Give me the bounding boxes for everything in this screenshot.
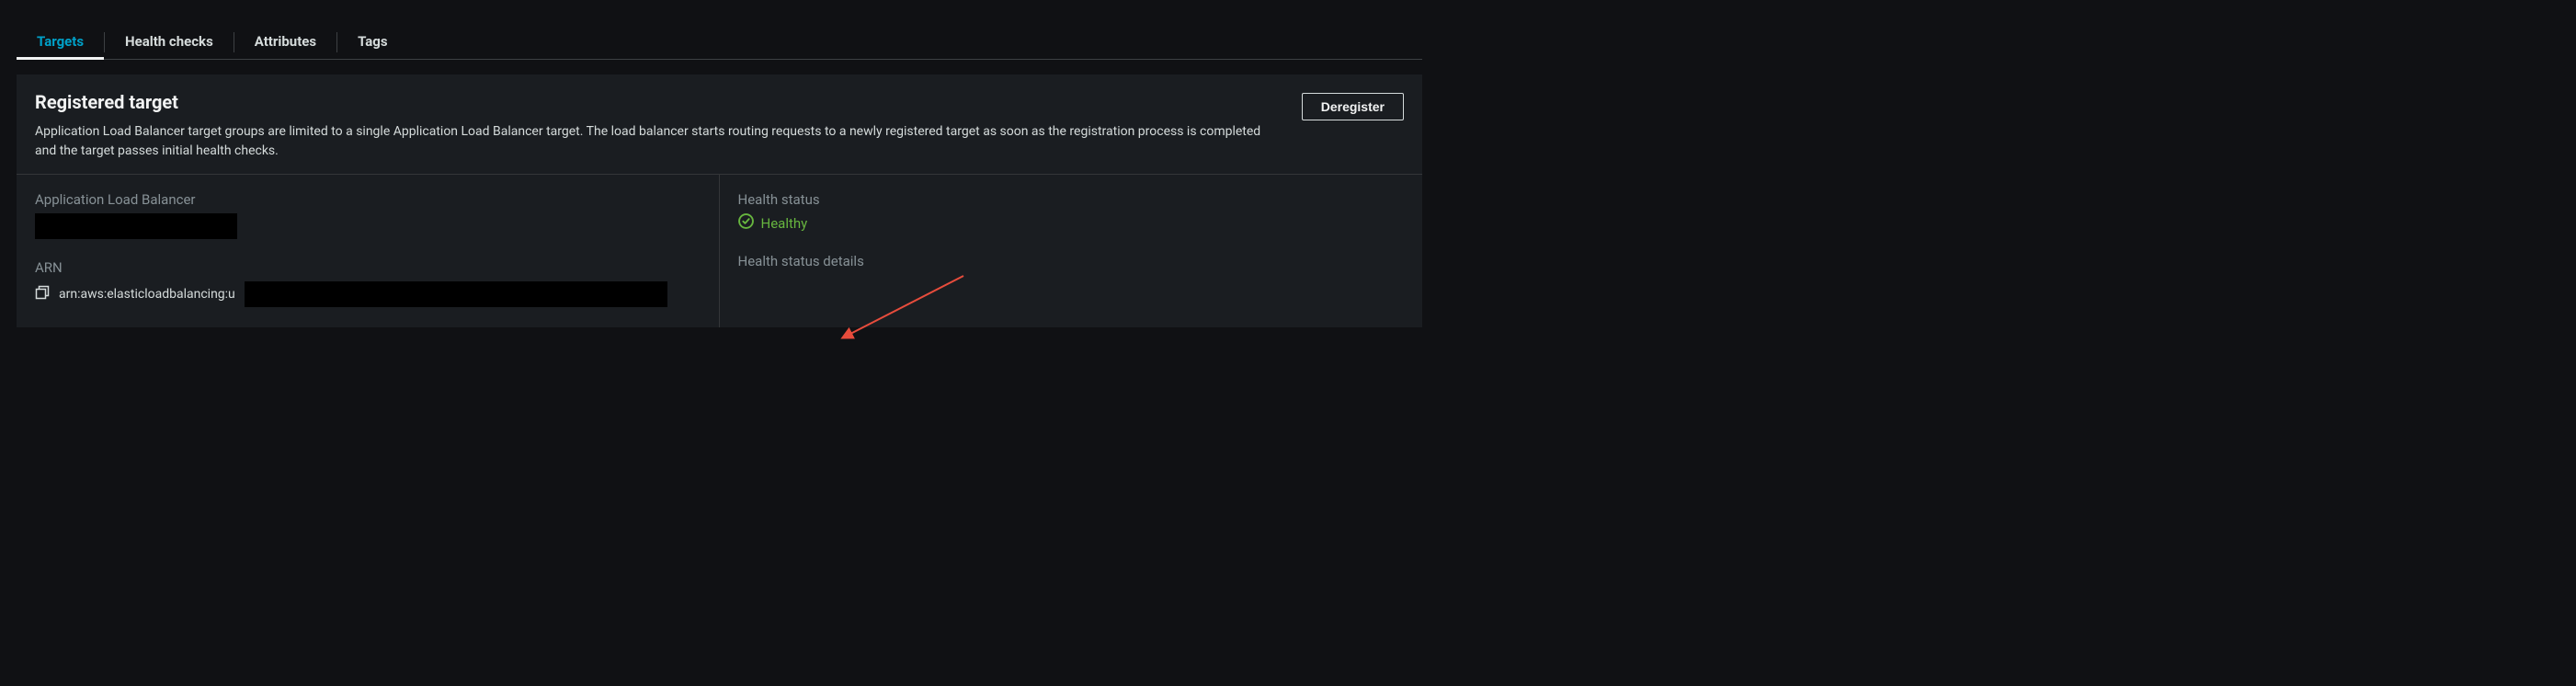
panel-description: Application Load Balancer target groups … (35, 122, 1283, 161)
panel-header: Registered target Application Load Balan… (17, 74, 1422, 174)
details-column-left: Application Load Balancer ARN (17, 175, 720, 327)
details-grid: Application Load Balancer ARN (17, 174, 1422, 327)
alb-value (35, 213, 701, 239)
tab-attributes[interactable]: Attributes (234, 26, 336, 59)
tab-health-checks[interactable]: Health checks (105, 26, 234, 59)
tabs-container: Targets Health checks Attributes Tags (17, 0, 1422, 60)
field-health-status-details: Health status details (738, 253, 1405, 275)
health-status-label: Health status (738, 191, 1405, 208)
health-status-value-row: Healthy (738, 213, 1405, 233)
copy-icon[interactable] (35, 285, 50, 303)
health-status-value: Healthy (761, 215, 808, 232)
panel-title: Registered target (35, 91, 1283, 113)
alb-label: Application Load Balancer (35, 191, 701, 208)
field-health-status: Health status Healthy (738, 191, 1405, 233)
health-status-details-label: Health status details (738, 253, 1405, 269)
arn-text-prefix: arn:aws:elasticloadbalancing:u (59, 287, 235, 302)
alb-redacted-value (35, 213, 237, 239)
registered-target-panel: Registered target Application Load Balan… (17, 74, 1422, 327)
panel-header-text: Registered target Application Load Balan… (35, 91, 1283, 161)
deregister-button[interactable]: Deregister (1302, 93, 1404, 120)
arn-value-row: arn:aws:elasticloadbalancing:u (35, 281, 701, 307)
arn-label: ARN (35, 259, 701, 276)
field-application-load-balancer: Application Load Balancer (35, 191, 701, 239)
content-wrapper: Targets Health checks Attributes Tags Re… (17, 0, 1422, 327)
tab-targets[interactable]: Targets (17, 26, 104, 60)
arn-redacted-tail (245, 281, 667, 307)
field-arn: ARN arn:aws:elasticloadbalancing:u (35, 259, 701, 307)
tab-tags[interactable]: Tags (337, 26, 408, 59)
details-column-right: Health status Healthy Health status deta… (720, 175, 1423, 327)
check-circle-icon (738, 213, 754, 233)
